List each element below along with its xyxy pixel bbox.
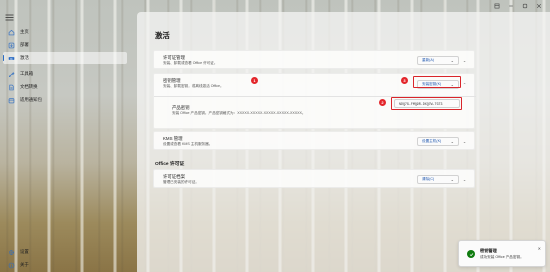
package-icon [8, 97, 15, 104]
page-title: 激活 [155, 31, 170, 40]
annotation-box-product-key [391, 97, 462, 110]
button-label: 设置主机(K) [422, 139, 442, 143]
sidebar-item-label: 激活 [20, 55, 29, 60]
sidebar-item-about[interactable]: 关于 [3, 259, 127, 271]
document-convert-icon [8, 84, 15, 91]
sidebar-footer: 设置 关于 [0, 246, 130, 272]
checkmark-icon [467, 250, 475, 258]
toast-title: 密钥管理 [480, 248, 497, 253]
window-menu-icon[interactable] [490, 1, 504, 11]
annotation-badge-1: 1 [251, 77, 258, 84]
sidebar-item-activate[interactable]: Ab 激活 [3, 52, 127, 64]
sidebar-item-label: 设置 [20, 249, 29, 254]
sidebar-item-home[interactable]: 主页 [3, 26, 127, 38]
toast-notification: 密钥管理 成功安装 Office 产品密钥。 ✕ [458, 240, 546, 267]
maximize-icon[interactable] [518, 1, 532, 11]
card-description: 设置或查看 KMS 主机服务器。 [163, 142, 213, 146]
sidebar-item-settings[interactable]: 设置 [3, 246, 127, 258]
sidebar: 主页 部署 Ab 激活 工具箱 文档转换 适用通知包 [0, 26, 130, 107]
info-icon [8, 262, 15, 269]
annotation-badge-3: 3 [401, 77, 408, 84]
gear-icon [8, 249, 15, 256]
chevron-down-icon: ⌄ [450, 177, 454, 182]
sidebar-item-label: 关于 [20, 262, 29, 267]
chevron-down-icon[interactable]: ⌄ [461, 176, 468, 183]
card-description: 安装、卸载密钥，或离线激活 Office。 [163, 84, 224, 88]
section-heading: Office 许可证 [155, 162, 185, 167]
set-kms-host-button[interactable]: 设置主机(K) ⌄ [417, 137, 459, 146]
sidebar-item-toolbox[interactable]: 工具箱 [3, 68, 127, 80]
key-icon: Ab [8, 55, 15, 62]
button-label: 清除(C) [422, 177, 435, 181]
chevron-down-icon[interactable]: ⌄ [461, 57, 468, 64]
sidebar-item-label: 部署 [20, 42, 29, 47]
annotation-badge-2: 2 [379, 99, 386, 106]
sidebar-item-package[interactable]: 适用通知包 [3, 94, 127, 106]
product-key-description: 安装 Office 产品密钥。产品密钥格式为：XXXXX-XXXXX-XXXXX… [172, 111, 306, 115]
button-label: 重新(A) [422, 58, 434, 62]
license-management-card: 许可证管理 安装、卸载或查看 Office 许可证。 重新(A) ⌄ ⌄ [153, 50, 475, 69]
close-icon[interactable]: ✕ [538, 246, 541, 251]
sidebar-item-doc-convert[interactable]: 文档转换 [3, 81, 127, 93]
main-content: 激活 许可证管理 安装、卸载或查看 Office 许可证。 重新(A) ⌄ ⌄ … [137, 12, 550, 272]
chevron-down-icon[interactable]: ⌄ [461, 138, 468, 145]
card-description: 管理已安装的许可证。 [163, 180, 199, 184]
toolbox-icon [8, 71, 15, 78]
sidebar-item-deploy[interactable]: 部署 [3, 39, 127, 51]
toast-message: 成功安装 Office 产品密钥。 [480, 255, 524, 259]
clear-licenses-button[interactable]: 清除(C) ⌄ [417, 175, 459, 184]
hamburger-menu-icon[interactable] [5, 14, 14, 21]
download-icon [8, 42, 15, 49]
card-description: 安装、卸载或查看 Office 许可证。 [163, 61, 218, 65]
license-files-card: 许可证档案 管理已安装的许可证。 清除(C) ⌄ ⌄ [153, 169, 475, 188]
close-icon[interactable] [532, 1, 546, 11]
license-refresh-button[interactable]: 重新(A) ⌄ [417, 56, 459, 65]
sidebar-item-label: 适用通知包 [20, 97, 42, 102]
chevron-down-icon: ⌄ [450, 58, 454, 63]
sidebar-item-label: 工具箱 [20, 71, 34, 76]
minimize-icon[interactable] [504, 1, 518, 11]
chevron-down-icon: ⌄ [450, 139, 454, 144]
sidebar-item-label: 主页 [20, 29, 29, 34]
home-icon [8, 29, 15, 36]
chevron-up-icon[interactable]: ⌃ [461, 81, 468, 88]
annotation-box-install-key [413, 76, 461, 88]
kms-management-card: KMS 管理 设置或查看 KMS 主机服务器。 设置主机(K) ⌄ ⌄ [153, 131, 475, 150]
title-bar [0, 0, 550, 12]
sidebar-item-label: 文档转换 [20, 84, 38, 89]
